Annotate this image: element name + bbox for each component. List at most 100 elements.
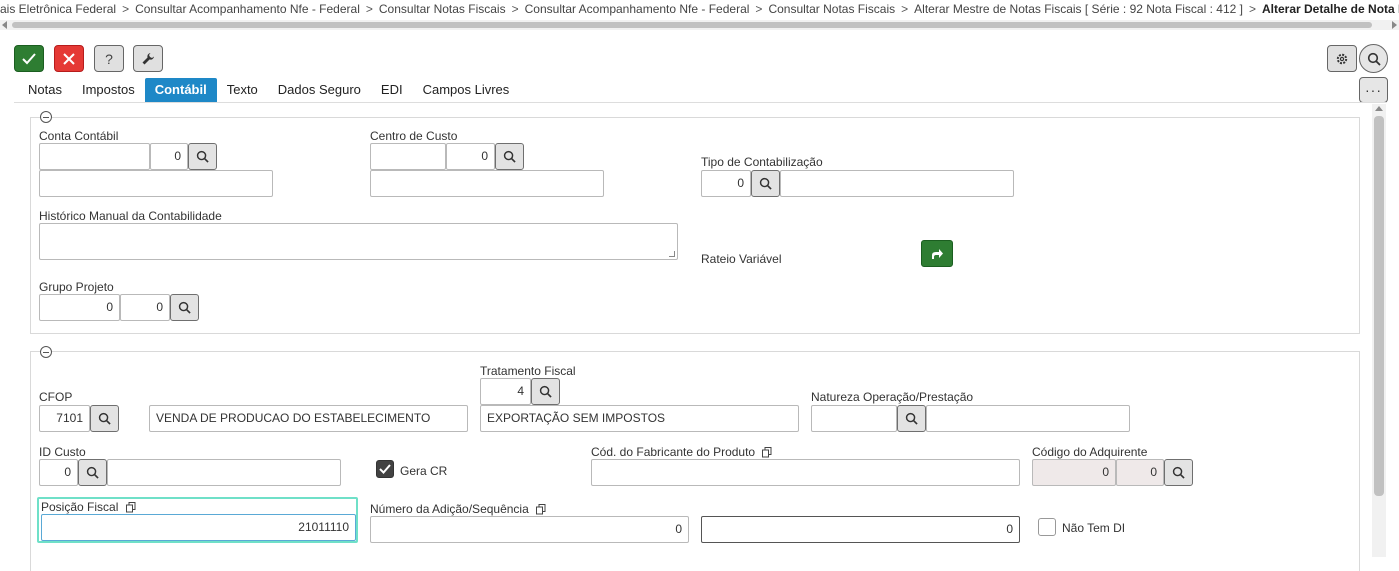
search-icon (905, 412, 918, 425)
grupo-projeto-input[interactable]: 0 (39, 294, 120, 321)
breadcrumb-separator: > (1248, 2, 1256, 16)
collapse-icon[interactable] (40, 346, 52, 358)
vertical-scrollbar[interactable] (1372, 104, 1386, 557)
copy-icon[interactable] (536, 504, 546, 515)
numero-sequencia-input[interactable]: 0 (701, 516, 1020, 543)
nao-tem-di-checkbox[interactable] (1038, 518, 1056, 536)
settings-button[interactable] (1327, 45, 1357, 72)
gera-cr-checkbox[interactable] (376, 460, 394, 478)
natureza-operacao-search-button[interactable] (897, 405, 926, 432)
cfop-code-input[interactable]: 7101 (39, 405, 90, 432)
breadcrumb-item[interactable]: Consultar Notas Fiscais (379, 2, 506, 16)
tab-divider (14, 102, 1386, 103)
cod-fabricante-input[interactable] (591, 459, 1020, 486)
scroll-up-icon[interactable] (1375, 106, 1383, 111)
collapse-icon[interactable] (40, 111, 52, 123)
tab-impostos[interactable]: Impostos (72, 78, 145, 102)
codigo-adquirente-input[interactable]: 0 (1032, 459, 1116, 486)
cfop-label: CFOP (39, 390, 73, 404)
conta-contabil-description-input[interactable] (39, 170, 273, 197)
codigo-adquirente-code-input[interactable]: 0 (1116, 459, 1164, 486)
breadcrumb: ais Eletrônica Federal > Consultar Acompan… (0, 0, 1399, 22)
cfop-search-button[interactable] (90, 405, 119, 432)
share-arrow-icon (932, 248, 943, 259)
scroll-right-icon[interactable] (1392, 21, 1397, 29)
breadcrumb-item[interactable]: Consultar Acompanhamento Nfe - Federal (525, 2, 750, 16)
breadcrumb-item[interactable]: Alterar Mestre de Notas Fiscais [ Série … (914, 2, 1243, 16)
posicao-fiscal-label: Posição Fiscal (41, 500, 136, 514)
historico-label: Histórico Manual da Contabilidade (39, 209, 222, 223)
natureza-operacao-description-input[interactable] (926, 405, 1130, 432)
codigo-adquirente-search-button[interactable] (1164, 459, 1193, 486)
natureza-operacao-label: Natureza Operação/Prestação (811, 390, 974, 404)
tab-campos-livres[interactable]: Campos Livres (413, 78, 520, 102)
scrollbar-thumb[interactable] (12, 22, 1372, 28)
horizontal-scrollbar[interactable] (0, 20, 1399, 30)
centro-custo-description-input[interactable] (370, 170, 604, 197)
more-options-button[interactable]: ··· (1359, 77, 1388, 103)
conta-contabil-search-button[interactable] (188, 143, 217, 170)
cod-fabricante-label: Cód. do Fabricante do Produto (591, 445, 772, 459)
tratamento-fiscal-description-input[interactable]: EXPORTAÇÃO SEM IMPOSTOS (480, 405, 799, 432)
tab-notas[interactable]: Notas (18, 78, 72, 102)
breadcrumb-item[interactable]: Consultar Acompanhamento Nfe - Federal (135, 2, 360, 16)
centro-custo-number-input[interactable]: 0 (446, 143, 495, 170)
tab-dados-seguro[interactable]: Dados Seguro (268, 78, 371, 102)
id-custo-code-input[interactable]: 0 (39, 459, 78, 486)
centro-custo-code-input[interactable] (370, 143, 446, 170)
copy-icon[interactable] (762, 447, 772, 458)
conta-contabil-number-input[interactable]: 0 (150, 143, 188, 170)
tab-contabil[interactable]: Contábil (144, 78, 217, 102)
breadcrumb-current: Alterar Detalhe de Nota Fiscal [ Série :… (1261, 2, 1399, 16)
tratamento-fiscal-label: Tratamento Fiscal (480, 364, 576, 378)
cfop-description-input[interactable]: VENDA DE PRODUCAO DO ESTABELECIMENTO (149, 405, 468, 432)
help-button[interactable]: ? (94, 45, 124, 72)
wrench-icon (142, 52, 154, 64)
numero-adicao-label-text: Número da Adição/Sequência (370, 502, 529, 516)
resize-handle-icon[interactable] (669, 251, 675, 257)
search-icon (503, 150, 516, 163)
grupo-projeto-code-input[interactable]: 0 (120, 294, 170, 321)
posicao-fiscal-input[interactable]: 21011110 (41, 514, 356, 541)
tab-bar: Notas Impostos Contábil Texto Dados Segu… (18, 78, 519, 102)
check-icon (22, 52, 36, 64)
tipo-contabilizacao-label: Tipo de Contabilização (701, 155, 823, 169)
tab-texto[interactable]: Texto (217, 78, 268, 102)
natureza-operacao-code-input[interactable] (811, 405, 897, 432)
breadcrumb-item[interactable]: ais Eletrônica Federal (0, 2, 116, 16)
more-icon: ··· (1365, 82, 1382, 98)
confirm-button[interactable] (14, 45, 44, 72)
tratamento-fiscal-search-button[interactable] (531, 378, 560, 405)
tipo-contabilizacao-search-button[interactable] (751, 170, 780, 197)
tools-button[interactable] (133, 45, 163, 72)
nao-tem-di-label: Não Tem DI (1062, 521, 1126, 535)
search-icon (196, 150, 209, 163)
tipo-contabilizacao-number-input[interactable]: 0 (701, 170, 751, 197)
historico-textarea[interactable] (39, 223, 678, 260)
breadcrumb-separator: > (365, 2, 373, 16)
conta-contabil-code-input[interactable] (39, 143, 150, 170)
conta-contabil-label: Conta Contábil (39, 129, 119, 143)
gera-cr-label: Gera CR (400, 464, 448, 478)
grupo-projeto-search-button[interactable] (170, 294, 199, 321)
posicao-fiscal-label-text: Posição Fiscal (41, 500, 119, 514)
id-custo-search-button[interactable] (78, 459, 107, 486)
search-button[interactable] (1359, 44, 1388, 73)
numero-adicao-label: Número da Adição/Sequência (370, 502, 546, 516)
tipo-contabilizacao-description-input[interactable] (780, 170, 1014, 197)
centro-custo-search-button[interactable] (495, 143, 524, 170)
rateio-variavel-button[interactable] (921, 240, 953, 267)
tab-edi[interactable]: EDI (371, 78, 413, 102)
copy-icon[interactable] (125, 502, 136, 513)
id-custo-description-input[interactable] (107, 459, 341, 486)
scroll-left-icon[interactable] (2, 21, 7, 29)
numero-adicao-input[interactable]: 0 (370, 516, 689, 543)
scrollbar-thumb[interactable] (1374, 116, 1384, 496)
search-icon (98, 412, 111, 425)
tratamento-fiscal-code-input[interactable]: 4 (480, 378, 531, 405)
help-icon: ? (105, 50, 113, 67)
breadcrumb-item[interactable]: Consultar Notas Fiscais (768, 2, 895, 16)
cancel-button[interactable] (54, 45, 84, 72)
breadcrumb-separator: > (511, 2, 519, 16)
gear-icon (1336, 53, 1348, 64)
